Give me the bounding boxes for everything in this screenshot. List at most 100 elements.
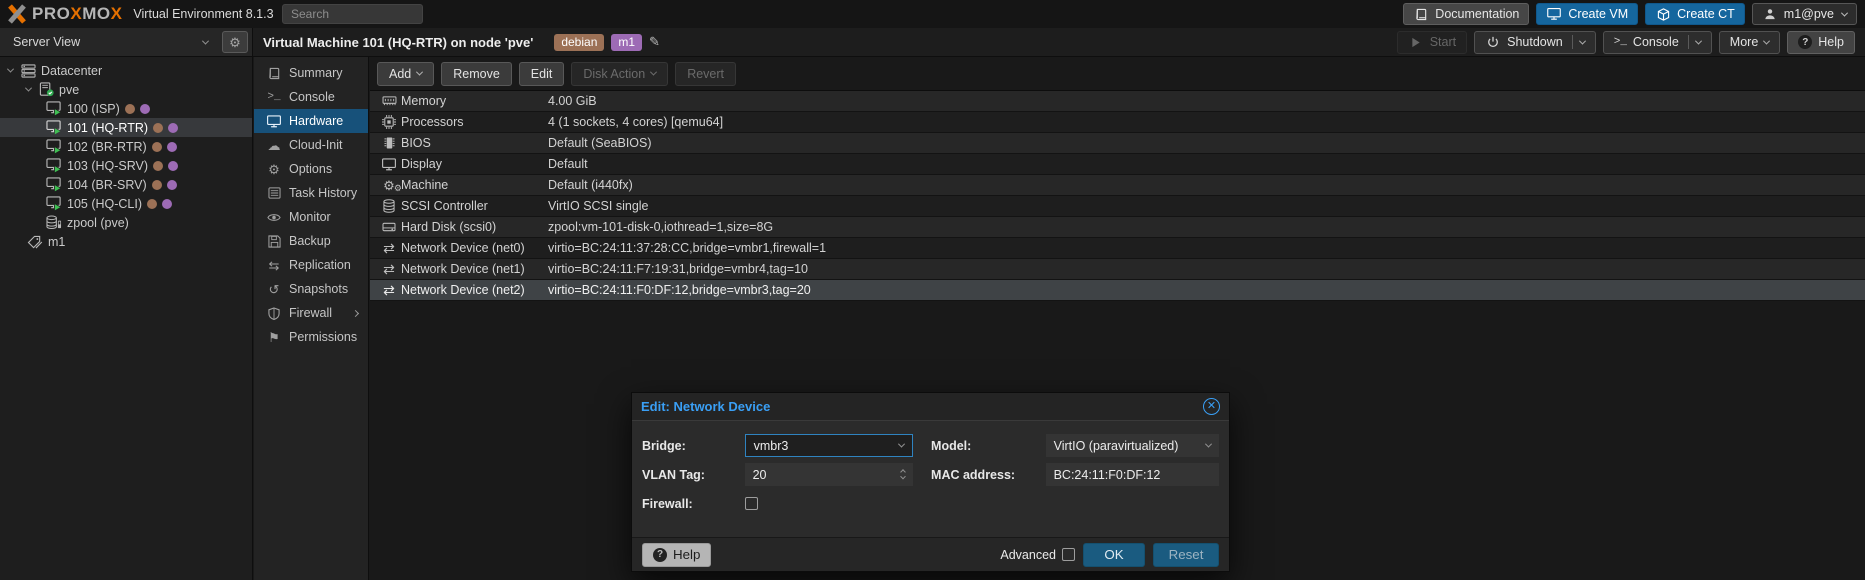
chevron-down-icon [1763, 37, 1770, 44]
edit-tags-icon[interactable]: ✎ [649, 34, 660, 50]
model-combo[interactable]: VirtIO (paravirtualized) [1046, 434, 1219, 457]
chevron-down-icon [900, 473, 906, 479]
network-icon: ⇄ [377, 241, 401, 255]
tree-item-vm-102[interactable]: 102 (BR-RTR) [0, 137, 252, 156]
proxmox-brand: PROXMOX Virtual Environment 8.1.3 [0, 3, 274, 25]
advanced-toggle[interactable]: Advanced [1000, 548, 1075, 562]
user-menu-button[interactable]: m1@pve [1752, 3, 1857, 25]
menu-item-cloud-init[interactable]: ☁ Cloud-Init [254, 133, 368, 157]
expander-icon[interactable] [24, 85, 31, 92]
menu-item-task-history[interactable]: Task History [254, 181, 368, 205]
dialog-titlebar[interactable]: Edit: Network Device ✕ [632, 393, 1229, 421]
top-actions: Documentation Create VM Create CT m1@pve [1403, 3, 1865, 25]
chevron-down-icon [1205, 441, 1212, 448]
console-button[interactable]: >_ Console [1603, 31, 1712, 54]
menu-item-console[interactable]: >_ Console [254, 85, 368, 109]
datacenter-icon [20, 63, 36, 78]
menu-item-permissions[interactable]: ⚑ Permissions [254, 325, 368, 349]
tag-dot-debian [152, 142, 162, 152]
hw-row-processors[interactable]: Processors 4 (1 sockets, 4 cores) [qemu6… [370, 112, 1865, 133]
vm-menu: Summary >_ Console Hardware ☁ Cloud-Init… [254, 57, 369, 580]
tag-dot-debian [153, 123, 163, 133]
edit-button[interactable]: Edit [519, 62, 565, 86]
advanced-checkbox[interactable] [1062, 548, 1075, 561]
divider [1688, 35, 1689, 49]
help-button[interactable]: ? Help [1787, 31, 1855, 54]
create-ct-button[interactable]: Create CT [1645, 3, 1745, 25]
edit-network-device-dialog: Edit: Network Device ✕ Bridge: vmbr3 Mod… [631, 392, 1230, 572]
vm-header: Virtual Machine 101 (HQ-RTR) on node 'pv… [253, 28, 1865, 56]
vm-running-icon [46, 120, 62, 135]
tree-item-vm-100[interactable]: 100 (ISP) [0, 99, 252, 118]
floppy-icon [266, 234, 282, 249]
dialog-help-button[interactable]: ? Help [642, 543, 711, 567]
vm-running-icon [46, 196, 62, 211]
divider [1572, 35, 1573, 49]
hw-row-hard-disk[interactable]: Hard Disk (scsi0) zpool:vm-101-disk-0,io… [370, 217, 1865, 238]
gear-icon: ⚙ [266, 163, 282, 176]
add-button[interactable]: Add [377, 62, 434, 86]
dialog-footer: ? Help Advanced OK Reset [632, 537, 1229, 571]
view-selector[interactable]: Server View [4, 31, 217, 53]
hw-row-display[interactable]: Display Default [370, 154, 1865, 175]
tree-item-tag-m1[interactable]: m1 [0, 232, 252, 251]
search-input[interactable] [282, 4, 423, 24]
harddisk-icon [377, 221, 401, 233]
reset-button[interactable]: Reset [1153, 543, 1219, 567]
tag-dot-m1 [162, 199, 172, 209]
database-icon [377, 199, 401, 213]
spinner-arrows[interactable] [901, 470, 905, 480]
firewall-checkbox[interactable] [745, 497, 758, 510]
more-button[interactable]: More [1719, 31, 1780, 54]
menu-item-firewall[interactable]: Firewall [254, 301, 368, 325]
start-button[interactable]: Start [1397, 31, 1467, 54]
close-icon[interactable]: ✕ [1203, 398, 1220, 415]
documentation-button[interactable]: Documentation [1403, 3, 1529, 25]
disk-action-button[interactable]: Disk Action [571, 62, 668, 86]
hw-row-memory[interactable]: Memory 4.00 GiB [370, 91, 1865, 112]
tree-item-vm-104[interactable]: 104 (BR-SRV) [0, 175, 252, 194]
menu-item-options[interactable]: ⚙ Options [254, 157, 368, 181]
hw-row-scsi-controller[interactable]: SCSI Controller VirtIO SCSI single [370, 196, 1865, 217]
shutdown-button[interactable]: Shutdown [1474, 31, 1596, 54]
ok-button[interactable]: OK [1083, 543, 1145, 567]
tree-settings-button[interactable]: ⚙ [222, 31, 248, 53]
expander-icon[interactable] [6, 66, 13, 73]
menu-item-snapshots[interactable]: ↺ Snapshots [254, 277, 368, 301]
remove-button[interactable]: Remove [441, 62, 512, 86]
proxmox-logo-icon [6, 3, 28, 25]
network-icon: ⇄ [377, 262, 401, 276]
hw-row-net0[interactable]: ⇄ Network Device (net0) virtio=BC:24:11:… [370, 238, 1865, 259]
revert-button[interactable]: Revert [675, 62, 736, 86]
hw-row-net2[interactable]: ⇄ Network Device (net2) virtio=BC:24:11:… [370, 280, 1865, 301]
menu-item-summary[interactable]: Summary [254, 61, 368, 85]
hw-row-net1[interactable]: ⇄ Network Device (net1) virtio=BC:24:11:… [370, 259, 1865, 280]
question-icon: ? [653, 548, 667, 562]
top-bar: PROXMOX Virtual Environment 8.1.3 Docume… [0, 0, 1865, 28]
vlan-tag-stepper[interactable] [745, 463, 913, 486]
tree-item-pve[interactable]: pve [0, 80, 252, 99]
hw-row-bios[interactable]: BIOS Default (SeaBIOS) [370, 133, 1865, 154]
tree-item-vm-103[interactable]: 103 (HQ-SRV) [0, 156, 252, 175]
bridge-combo[interactable]: vmbr3 [745, 434, 913, 457]
network-icon: ⇄ [377, 283, 401, 297]
model-label: Model: [931, 439, 1046, 453]
tree-item-datacenter[interactable]: Datacenter [0, 61, 252, 80]
hw-row-machine[interactable]: ⚙⚙ Machine Default (i440fx) [370, 175, 1865, 196]
mac-address-input[interactable] [1054, 468, 1211, 482]
menu-item-hardware[interactable]: Hardware [254, 109, 368, 133]
chevron-down-icon [650, 69, 657, 76]
sub-bar: Server View ⚙ Virtual Machine 101 (HQ-RT… [0, 28, 1865, 57]
menu-item-backup[interactable]: Backup [254, 229, 368, 253]
hardware-table: Memory 4.00 GiB Processors 4 (1 sockets,… [370, 90, 1865, 301]
tree-item-storage-zpool[interactable]: zpool (pve) [0, 213, 252, 232]
tree-item-vm-105[interactable]: 105 (HQ-CLI) [0, 194, 252, 213]
vlan-tag-input[interactable] [753, 468, 901, 482]
create-vm-button[interactable]: Create VM [1536, 3, 1638, 25]
menu-item-monitor[interactable]: Monitor [254, 205, 368, 229]
cube-icon [1655, 7, 1671, 22]
tree-item-vm-101[interactable]: 101 (HQ-RTR) [0, 118, 252, 137]
mac-address-field[interactable] [1046, 463, 1219, 486]
sync-arrows-icon: ⇆ [266, 259, 282, 272]
menu-item-replication[interactable]: ⇆ Replication [254, 253, 368, 277]
